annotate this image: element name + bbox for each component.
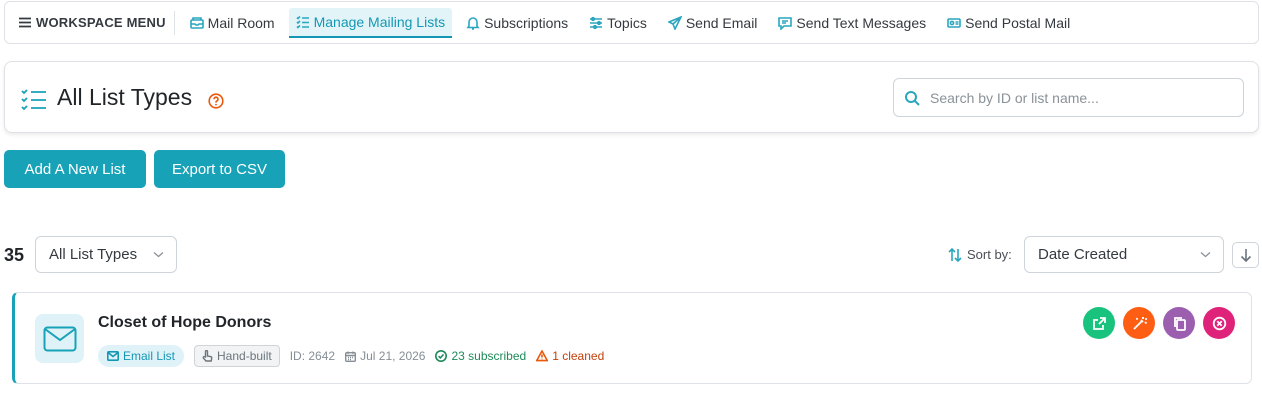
list-date: Jul 21, 2026 bbox=[345, 349, 425, 363]
subscribed-count: 23 subscribed bbox=[435, 349, 526, 363]
page-title: All List Types bbox=[57, 84, 193, 110]
list-name[interactable]: Closet of Hope Donors bbox=[98, 314, 271, 332]
open-list-button[interactable] bbox=[1083, 307, 1115, 339]
list-id: ID: 2642 bbox=[289, 349, 336, 363]
cleaned-count: 1 cleaned bbox=[536, 349, 604, 363]
nav-subscriptions[interactable]: Subscriptions bbox=[459, 8, 575, 38]
check-circle-icon bbox=[435, 350, 448, 362]
magic-wand-button[interactable] bbox=[1123, 307, 1155, 339]
list-meta: Email List Hand-built ID: 2642 Jul 21, 2… bbox=[98, 345, 604, 367]
list-type-badge-label: Email List bbox=[123, 349, 176, 363]
nav-send-text-messages-label: Send Text Messages bbox=[796, 14, 927, 31]
copy-icon bbox=[1173, 316, 1186, 331]
envelope-icon bbox=[107, 351, 119, 361]
nav-send-email-label: Send Email bbox=[685, 14, 758, 31]
search-icon bbox=[905, 90, 920, 106]
paper-plane-icon bbox=[667, 15, 682, 30]
sort-label: Sort by: bbox=[948, 247, 1012, 262]
workspace-menu-label: WORKSPACE MENU bbox=[36, 15, 166, 30]
search-input[interactable] bbox=[930, 89, 1220, 106]
list-check-icon bbox=[21, 89, 46, 110]
export-csv-button[interactable]: Export to CSV bbox=[154, 150, 285, 188]
chevron-down-icon bbox=[1200, 252, 1211, 258]
list-check-icon bbox=[296, 15, 309, 29]
hamburger-icon bbox=[19, 17, 31, 28]
list-count: 35 bbox=[4, 245, 25, 265]
magic-wand-icon bbox=[1132, 316, 1147, 330]
sliders-icon bbox=[590, 16, 603, 29]
subscribed-count-text: 23 subscribed bbox=[451, 349, 527, 363]
sort-direction-button[interactable] bbox=[1232, 242, 1259, 268]
page-header-card: All List Types bbox=[4, 61, 1259, 133]
add-new-list-button[interactable]: Add A New List bbox=[4, 150, 146, 188]
sort-label-text: Sort by: bbox=[967, 247, 1012, 262]
list-type-value: All List Types bbox=[49, 246, 138, 263]
envelope-icon bbox=[43, 326, 76, 351]
nav-send-postal-mail-label: Send Postal Mail bbox=[965, 14, 1071, 31]
sort-arrows-icon bbox=[948, 247, 962, 262]
help-icon[interactable] bbox=[208, 93, 224, 109]
warning-icon bbox=[536, 350, 549, 362]
nav-send-email[interactable]: Send Email bbox=[661, 8, 765, 38]
list-actions bbox=[1083, 307, 1235, 339]
nav-topics-label: Topics bbox=[607, 14, 647, 31]
sort-select[interactable]: Date Created bbox=[1024, 236, 1224, 273]
message-icon bbox=[778, 16, 793, 30]
workspace-nav: WORKSPACE MENU Mail Room Manage Mailing … bbox=[4, 1, 1259, 44]
build-badge: Hand-built bbox=[194, 345, 280, 367]
postal-icon bbox=[947, 17, 961, 28]
close-circle-icon bbox=[1212, 316, 1226, 330]
nav-send-text-messages[interactable]: Send Text Messages bbox=[771, 8, 933, 38]
nav-mail-room[interactable]: Mail Room bbox=[183, 8, 282, 38]
calendar-icon bbox=[345, 351, 357, 362]
list-date-text: Jul 21, 2026 bbox=[360, 349, 426, 363]
mailroom-icon bbox=[189, 16, 204, 29]
build-badge-label: Hand-built bbox=[217, 349, 272, 363]
nav-manage-mailing-lists-label: Manage Mailing Lists bbox=[313, 13, 446, 30]
external-link-icon bbox=[1092, 316, 1106, 330]
duplicate-list-button[interactable] bbox=[1163, 307, 1195, 339]
search-box[interactable] bbox=[893, 78, 1244, 117]
delete-list-button[interactable] bbox=[1203, 307, 1235, 339]
nav-manage-mailing-lists[interactable]: Manage Mailing Lists bbox=[288, 7, 453, 38]
chevron-down-icon bbox=[153, 252, 164, 258]
cleaned-count-text: 1 cleaned bbox=[552, 349, 605, 363]
list-type-badge: Email List bbox=[98, 345, 185, 367]
arrow-down-icon bbox=[1240, 249, 1251, 262]
nav-send-postal-mail[interactable]: Send Postal Mail bbox=[940, 8, 1077, 38]
nav-mail-room-label: Mail Room bbox=[207, 14, 275, 31]
nav-topics[interactable]: Topics bbox=[582, 8, 654, 38]
email-list-tile bbox=[35, 314, 84, 363]
list-type-select[interactable]: All List Types bbox=[35, 236, 177, 273]
hand-pointer-icon bbox=[202, 350, 213, 362]
workspace-menu-button[interactable]: WORKSPACE MENU bbox=[19, 10, 175, 35]
list-card[interactable]: Closet of Hope Donors Email List Hand-bu… bbox=[12, 292, 1252, 384]
bell-icon bbox=[466, 16, 480, 30]
sort-value: Date Created bbox=[1038, 246, 1128, 263]
nav-subscriptions-label: Subscriptions bbox=[484, 14, 569, 31]
